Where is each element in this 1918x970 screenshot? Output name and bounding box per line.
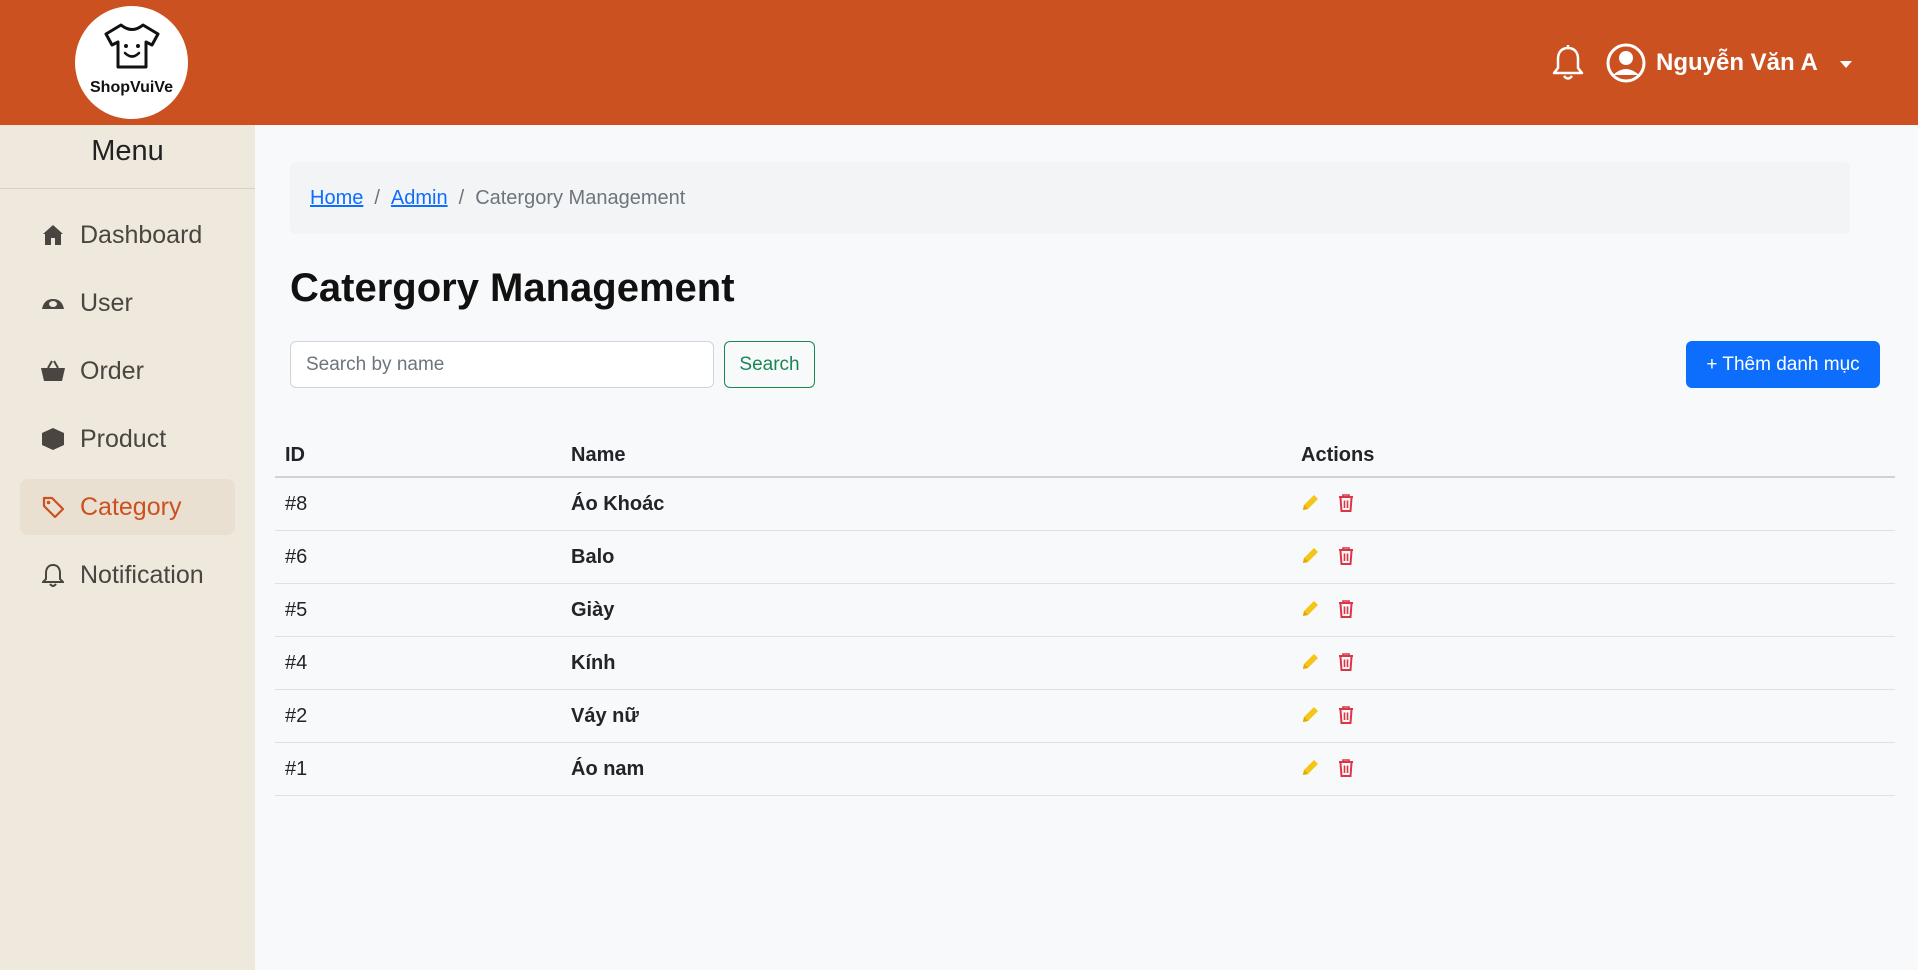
- row-actions: [1300, 704, 1356, 726]
- breadcrumb-separator: /: [458, 186, 465, 209]
- column-header-name: Name: [571, 444, 626, 466]
- delete-trash-icon[interactable]: [1336, 651, 1356, 673]
- menu-divider: [0, 188, 255, 189]
- sidebar-item-dashboard[interactable]: Dashboard: [20, 207, 235, 263]
- sidebar-item-label: Order: [80, 356, 144, 385]
- brand-name: ShopVuiVe: [90, 79, 173, 96]
- edit-pencil-icon[interactable]: [1300, 704, 1320, 726]
- edit-pencil-icon[interactable]: [1300, 545, 1320, 567]
- delete-trash-icon[interactable]: [1336, 704, 1356, 726]
- sidebar-item-category[interactable]: Category: [20, 479, 235, 535]
- breadcrumb-separator: /: [374, 186, 380, 209]
- column-header-id: ID: [285, 444, 305, 466]
- sidebar-item-notification[interactable]: Notification: [20, 547, 235, 603]
- shop-logo[interactable]: ShopVuiVe: [75, 6, 188, 119]
- table-header: ID Name Actions: [275, 430, 1895, 478]
- user-icon: [40, 290, 66, 316]
- row-actions: [1300, 598, 1356, 620]
- row-actions: [1300, 651, 1356, 673]
- top-header: ShopVuiVe Nguyễn Văn A: [0, 0, 1918, 125]
- sidebar-item-user[interactable]: User: [20, 275, 235, 331]
- sidebar-item-product[interactable]: Product: [20, 411, 235, 467]
- category-name: Giày: [571, 599, 615, 621]
- row-actions: [1300, 545, 1356, 567]
- delete-trash-icon[interactable]: [1336, 545, 1356, 567]
- chevron-down-icon: [1839, 60, 1852, 68]
- sidebar-item-label: Dashboard: [80, 220, 203, 249]
- row-actions: [1300, 757, 1356, 779]
- category-id: #2: [285, 705, 308, 727]
- edit-pencil-icon[interactable]: [1300, 492, 1320, 514]
- category-name: Balo: [571, 546, 615, 568]
- edit-pencil-icon[interactable]: [1300, 757, 1320, 779]
- table-row: #5 Giày: [275, 584, 1895, 637]
- table-row: #6 Balo: [275, 531, 1895, 584]
- delete-trash-icon[interactable]: [1336, 757, 1356, 779]
- table-body: #8 Áo Khoác #6 Balo #5 Giày #4 Kính #2 Váy nữ #1 Áo…: [275, 478, 1895, 796]
- delete-trash-icon[interactable]: [1336, 598, 1356, 620]
- category-id: #1: [285, 758, 308, 780]
- category-table: ID Name Actions #8 Áo Khoác #6 Balo #5 Giày #4…: [275, 430, 1895, 796]
- breadcrumb-current: Catergory Management: [475, 186, 686, 209]
- breadcrumb: Home / Admin / Catergory Management: [290, 162, 1850, 234]
- category-name: Áo nam: [571, 758, 645, 780]
- sidebar-item-label: Notification: [80, 560, 204, 589]
- sidebar-item-order[interactable]: Order: [20, 343, 235, 399]
- user-avatar-icon: [1606, 43, 1646, 83]
- category-id: #4: [285, 652, 308, 674]
- sidebar: Menu Dashboard User Order Product Catego…: [0, 125, 255, 970]
- category-name: Kính: [571, 652, 616, 674]
- breadcrumb-admin-link[interactable]: Admin: [391, 187, 448, 210]
- search-input[interactable]: [290, 341, 714, 388]
- breadcrumb-home-link[interactable]: Home: [310, 187, 363, 210]
- box-icon: [40, 426, 66, 452]
- edit-pencil-icon[interactable]: [1300, 651, 1320, 673]
- sidebar-item-label: User: [80, 288, 133, 317]
- category-id: #6: [285, 546, 308, 568]
- column-header-actions: Actions: [1301, 444, 1375, 466]
- table-row: #4 Kính: [275, 637, 1895, 690]
- page-title: Catergory Management: [290, 266, 735, 310]
- search-button[interactable]: Search: [724, 341, 815, 388]
- notification-bell-button[interactable]: [1551, 44, 1587, 84]
- bell-icon: [40, 562, 66, 588]
- home-icon: [40, 222, 66, 248]
- table-row: #2 Váy nữ: [275, 690, 1895, 743]
- tshirt-logo-icon: [104, 23, 160, 69]
- row-actions: [1300, 492, 1356, 514]
- category-name: Áo Khoác: [571, 493, 665, 515]
- user-menu-dropdown[interactable]: Nguyễn Văn A: [1606, 40, 1852, 86]
- category-id: #5: [285, 599, 308, 621]
- table-row: #1 Áo nam: [275, 743, 1895, 796]
- table-row: #8 Áo Khoác: [275, 478, 1895, 531]
- edit-pencil-icon[interactable]: [1300, 598, 1320, 620]
- user-name: Nguyễn Văn A: [1656, 49, 1818, 76]
- add-category-button[interactable]: + Thêm danh mục: [1686, 341, 1880, 388]
- bell-icon: [1552, 45, 1584, 80]
- category-name: Váy nữ: [571, 705, 639, 727]
- basket-icon: [40, 358, 66, 384]
- tag-icon: [40, 494, 66, 520]
- sidebar-item-label: Category: [80, 492, 182, 521]
- menu-title: Menu: [91, 135, 164, 167]
- category-id: #8: [285, 493, 308, 515]
- delete-trash-icon[interactable]: [1336, 492, 1356, 514]
- sidebar-item-label: Product: [80, 424, 167, 453]
